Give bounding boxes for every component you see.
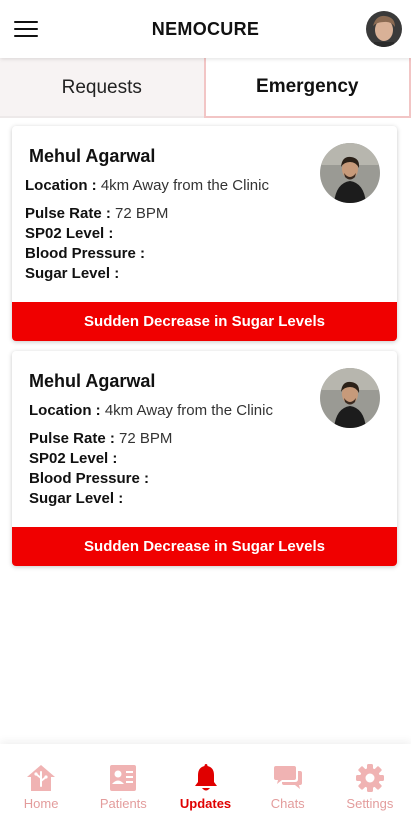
gear-icon <box>355 764 384 792</box>
user-avatar[interactable] <box>366 11 402 47</box>
nav-home-label: Home <box>23 796 59 811</box>
blood-pressure-label: Blood Pressure : <box>29 470 150 487</box>
spo2-label: SP02 Level : <box>29 450 118 467</box>
emergency-card[interactable]: Mehul Agarwal Location : 4km Away from t… <box>12 351 397 566</box>
pulse-row: Pulse Rate : 72 BPM <box>25 205 168 222</box>
app-title: NEMOCURE <box>151 18 260 39</box>
bell-icon <box>194 764 217 791</box>
blood-pressure-row: Blood Pressure : <box>29 470 149 487</box>
location-value: 4km Away from the Clinic <box>100 177 269 194</box>
tab-bar: Requests Emergency <box>0 58 411 118</box>
patient-photo <box>320 143 380 203</box>
spo2-row: SP02 Level : <box>29 450 117 467</box>
nav-home[interactable]: Home <box>0 744 82 823</box>
bottom-navigation: Home Patients Updates Chats Settings <box>0 744 411 823</box>
spo2-label: SP02 Level : <box>25 225 114 242</box>
home-icon <box>27 765 56 791</box>
nav-patients-label: Patients <box>99 796 147 811</box>
alert-banner[interactable]: Sudden Decrease in Sugar Levels <box>12 527 397 566</box>
sugar-row: Sugar Level : <box>29 490 123 507</box>
emergency-list: Mehul Agarwal Location : 4km Away from t… <box>12 126 397 576</box>
patients-icon <box>110 765 137 791</box>
location-row: Location : 4km Away from the Clinic <box>25 177 269 194</box>
nav-settings-label: Settings <box>346 796 394 811</box>
location-label: Location : <box>29 402 101 419</box>
app-root: NEMOCURE Requests Emergency Mehul Agarwa… <box>0 0 411 823</box>
pulse-value: 72 BPM <box>119 430 173 447</box>
blood-pressure-label: Blood Pressure : <box>25 245 146 262</box>
nav-chats[interactable]: Chats <box>247 744 329 823</box>
tab-emergency[interactable]: Emergency <box>203 58 411 118</box>
patient-name: Mehul Agarwal <box>29 146 156 166</box>
nav-patients[interactable]: Patients <box>82 744 164 823</box>
tab-requests[interactable]: Requests <box>0 58 204 118</box>
top-app-bar: NEMOCURE <box>0 0 411 58</box>
chat-icon <box>273 766 302 789</box>
sugar-label: Sugar Level : <box>25 265 120 282</box>
patient-name: Mehul Agarwal <box>29 371 156 391</box>
nav-settings[interactable]: Settings <box>329 744 411 823</box>
alert-banner[interactable]: Sudden Decrease in Sugar Levels <box>12 302 397 341</box>
pulse-label: Pulse Rate : <box>25 205 111 222</box>
nav-updates-label: Updates <box>179 796 232 811</box>
spo2-row: SP02 Level : <box>25 225 113 242</box>
hamburger-menu-icon[interactable] <box>14 21 38 37</box>
sugar-label: Sugar Level : <box>29 490 124 507</box>
patient-photo <box>320 368 380 428</box>
sugar-row: Sugar Level : <box>25 265 119 282</box>
pulse-value: 72 BPM <box>115 205 169 222</box>
location-value: 4km Away from the Clinic <box>104 402 273 419</box>
pulse-label: Pulse Rate : <box>29 430 115 447</box>
blood-pressure-row: Blood Pressure : <box>25 245 145 262</box>
emergency-card[interactable]: Mehul Agarwal Location : 4km Away from t… <box>12 126 397 341</box>
nav-updates[interactable]: Updates <box>164 744 246 823</box>
location-row: Location : 4km Away from the Clinic <box>29 402 273 419</box>
nav-chats-label: Chats <box>270 796 305 811</box>
pulse-row: Pulse Rate : 72 BPM <box>29 430 172 447</box>
location-label: Location : <box>25 177 97 194</box>
